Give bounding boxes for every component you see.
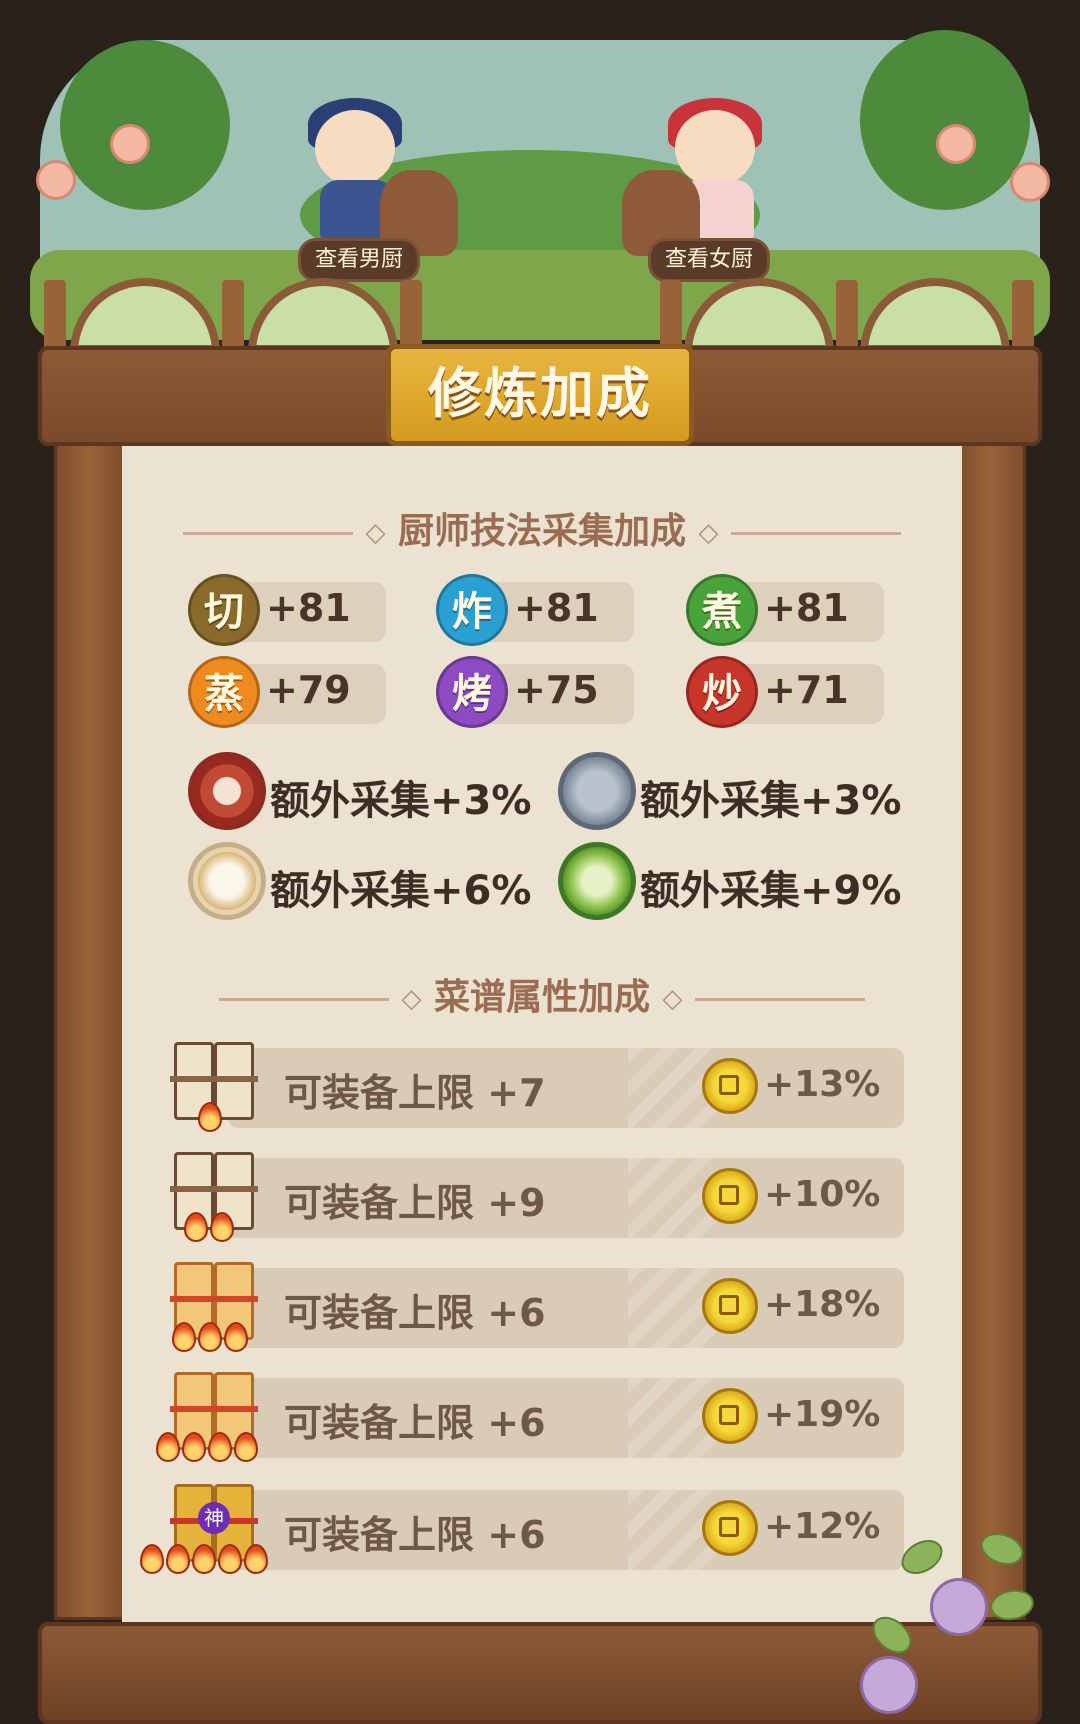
skill-value: +71 xyxy=(764,668,849,712)
stirfry-skill-icon: 炒 xyxy=(686,656,758,728)
fence-post xyxy=(836,280,858,355)
flame-icon xyxy=(218,1544,242,1574)
skill-section-heading: ◇ 厨师技法采集加成 ◇ xyxy=(122,502,962,554)
equip-limit-text: 可装备上限 +6 xyxy=(284,1401,546,1445)
flame-rating xyxy=(156,1432,296,1464)
chef-scene: 查看男厨 查看女厨 xyxy=(0,0,1080,360)
blossom-icon xyxy=(110,124,150,164)
recipe-book-icon xyxy=(170,1148,258,1242)
skill-cut: 切 +81 xyxy=(188,574,388,646)
coin-icon xyxy=(702,1278,758,1334)
gather-bonus-text: 额外采集+9% xyxy=(640,868,902,914)
coin-icon xyxy=(702,1500,758,1556)
steam-skill-icon: 蒸 xyxy=(188,656,260,728)
skill-value: +81 xyxy=(266,586,351,630)
fence-post xyxy=(222,280,244,355)
roast-skill-icon: 烤 xyxy=(436,656,508,728)
tree-left xyxy=(60,40,230,210)
flame-icon xyxy=(198,1102,222,1132)
view-female-chef-button[interactable]: 查看女厨 xyxy=(648,238,771,282)
skill-roast: 烤 +75 xyxy=(436,656,636,728)
flame-icon xyxy=(140,1544,164,1574)
coin-icon xyxy=(702,1058,758,1114)
flower-icon xyxy=(860,1656,918,1714)
blossom-icon xyxy=(936,124,976,164)
flame-icon xyxy=(224,1322,248,1352)
recipe-row: 可装备上限 +9 +10% xyxy=(168,1152,906,1242)
skill-boil: 煮 +81 xyxy=(686,574,886,646)
flame-icon xyxy=(198,1322,222,1352)
fence-post xyxy=(1012,280,1034,355)
recipe-row: 可装备上限 +7 +13% xyxy=(168,1042,906,1132)
skill-value: +79 xyxy=(266,668,351,712)
flame-icon xyxy=(210,1212,234,1242)
fish-icon xyxy=(558,752,636,830)
recipe-book-icon: 神 xyxy=(140,1480,268,1574)
equip-limit-text: 可装备上限 +6 xyxy=(284,1291,546,1335)
flame-icon xyxy=(182,1432,206,1462)
coin-bonus-text: +10% xyxy=(764,1174,881,1215)
skill-stirfry: 炒 +71 xyxy=(686,656,886,728)
coin-bonus-text: +18% xyxy=(764,1284,881,1325)
skill-fry: 炸 +81 xyxy=(436,574,636,646)
view-male-chef-button[interactable]: 查看男厨 xyxy=(298,238,421,282)
recipe-row: 神 可装备上限 +6 +12% xyxy=(140,1484,906,1574)
diamond-icon: ◇ xyxy=(662,984,683,1014)
flame-icon xyxy=(234,1432,258,1462)
divider-line xyxy=(183,531,354,535)
recipe-book-icon xyxy=(156,1368,258,1462)
recipe-row: 可装备上限 +6 +19% xyxy=(156,1372,906,1462)
board-right-pillar xyxy=(954,420,1026,1620)
skill-value: +75 xyxy=(514,668,599,712)
meat-icon xyxy=(188,752,266,830)
blossom-icon xyxy=(1010,162,1050,202)
recipe-section-title: 菜谱属性加成 xyxy=(433,977,650,1018)
equip-limit-text: 可装备上限 +9 xyxy=(284,1181,546,1225)
divider-line xyxy=(694,997,865,1001)
flame-icon xyxy=(184,1212,208,1242)
recipe-section-heading: ◇ 菜谱属性加成 ◇ xyxy=(122,968,962,1020)
flame-icon xyxy=(192,1544,216,1574)
equip-limit-text: 可装备上限 +7 xyxy=(284,1071,546,1115)
recipe-row: 可装备上限 +6 +18% xyxy=(168,1262,906,1352)
flame-rating xyxy=(140,1544,280,1576)
diamond-icon: ◇ xyxy=(698,518,719,548)
gather-bonus-text: 额外采集+6% xyxy=(270,868,532,914)
divine-badge: 神 xyxy=(198,1502,230,1534)
skill-value: +81 xyxy=(764,586,849,630)
coin-icon xyxy=(702,1168,758,1224)
cabbage-icon xyxy=(558,842,636,920)
skill-steam: 蒸 +79 xyxy=(188,656,388,728)
boil-skill-icon: 煮 xyxy=(686,574,758,646)
recipe-book-icon xyxy=(170,1038,258,1132)
flame-icon xyxy=(244,1544,268,1574)
recipe-book-icon xyxy=(170,1258,258,1352)
flour-icon xyxy=(188,842,266,920)
equip-limit-text: 可装备上限 +6 xyxy=(284,1513,546,1557)
diamond-icon: ◇ xyxy=(401,984,422,1014)
gather-bonus-text: 额外采集+3% xyxy=(270,778,532,824)
cut-skill-icon: 切 xyxy=(188,574,260,646)
coin-bonus-text: +19% xyxy=(764,1394,881,1435)
diamond-icon: ◇ xyxy=(365,518,386,548)
flower-branch-decoration xyxy=(840,1527,1060,1720)
flame-icon xyxy=(208,1432,232,1462)
skill-value: +81 xyxy=(514,586,599,630)
coin-bonus-text: +13% xyxy=(764,1064,881,1105)
blossom-icon xyxy=(36,160,76,200)
fence-post xyxy=(44,280,66,355)
divider-line xyxy=(730,531,901,535)
flame-icon xyxy=(156,1432,180,1462)
flame-icon xyxy=(172,1322,196,1352)
gather-bonus-text: 额外采集+3% xyxy=(640,778,902,824)
coin-icon xyxy=(702,1388,758,1444)
skill-section-title: 厨师技法采集加成 xyxy=(397,511,686,552)
panel-title: 修炼加成 xyxy=(386,344,694,446)
fry-skill-icon: 炸 xyxy=(436,574,508,646)
flower-icon xyxy=(930,1578,988,1636)
tree-right xyxy=(860,30,1030,210)
divider-line xyxy=(219,997,390,1001)
flame-icon xyxy=(166,1544,190,1574)
board-left-pillar xyxy=(54,420,126,1620)
